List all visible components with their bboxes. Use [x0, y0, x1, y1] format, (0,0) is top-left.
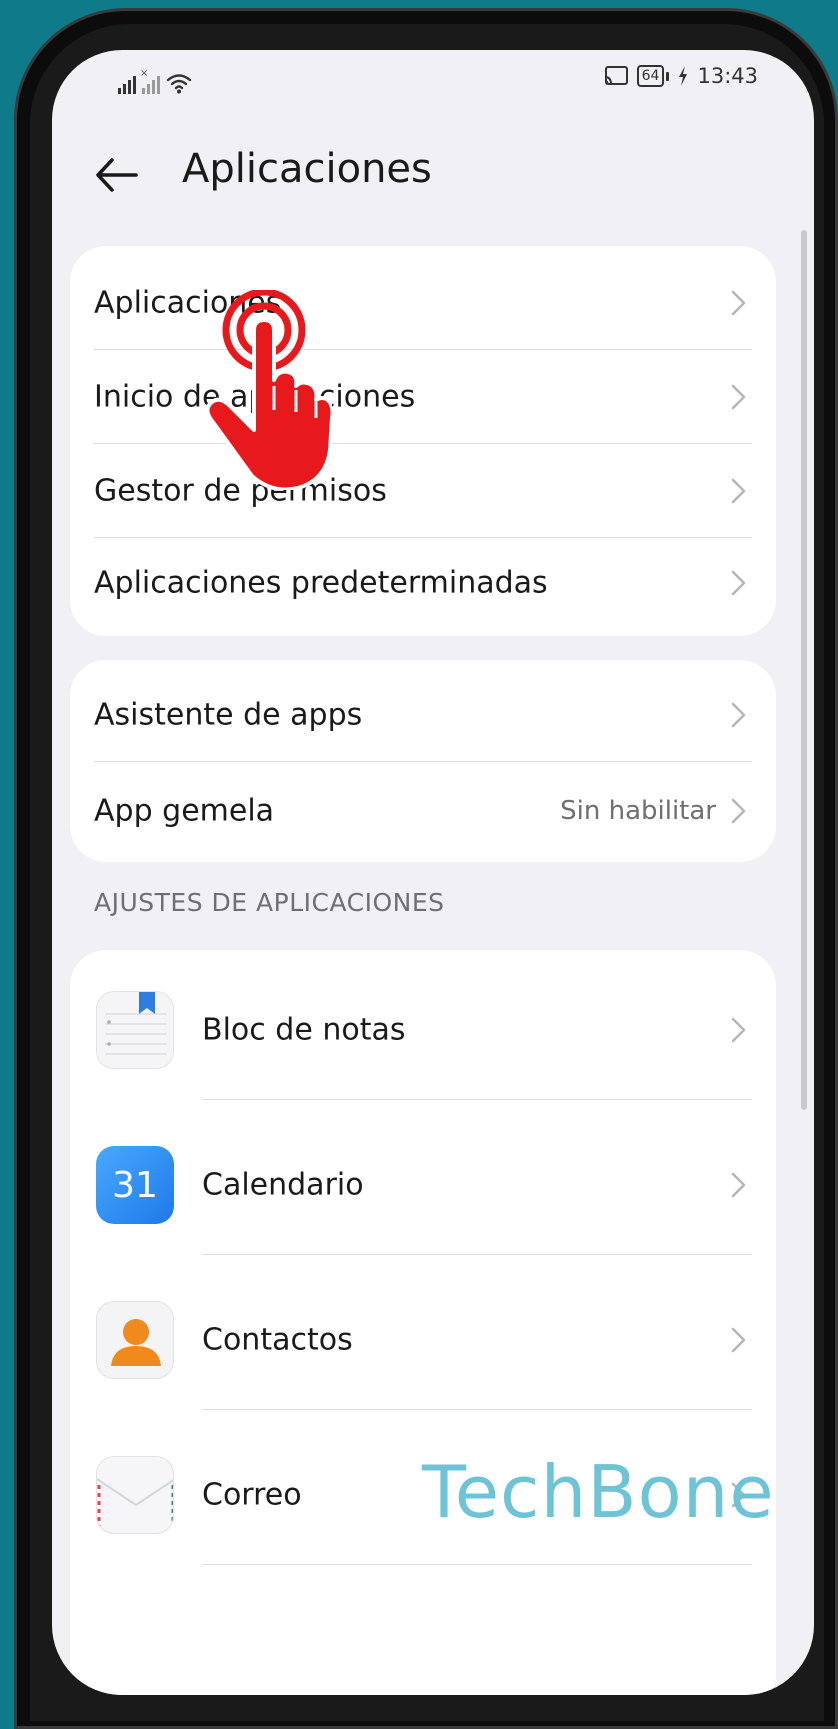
calendar-icon: 31 — [96, 1146, 174, 1224]
battery-level: 64 — [636, 65, 665, 87]
page-title: Aplicaciones — [182, 146, 432, 192]
row-gestor-de-permisos[interactable]: Gestor de permisos — [70, 444, 776, 538]
chevron-right-icon — [731, 702, 746, 728]
back-button[interactable] — [92, 150, 142, 200]
divider — [94, 761, 752, 762]
battery-icon: 64 — [636, 65, 670, 87]
mail-icon — [96, 1456, 174, 1534]
row-app-gemela[interactable]: App gemela Sin habilitar — [70, 764, 776, 858]
status-left: × — [118, 64, 192, 94]
card-app-tools: Asistente de apps App gemela Sin habilit… — [70, 660, 776, 862]
chevron-right-icon — [731, 570, 746, 596]
app-row-calendario[interactable]: 31 Calendario — [70, 1115, 776, 1255]
scrollbar[interactable] — [801, 230, 807, 1110]
status-bar: × 64 13:43 — [52, 50, 814, 120]
app-label: Contactos — [202, 1322, 353, 1358]
watermark: TechBone — [422, 1450, 775, 1534]
notepad-icon — [96, 991, 174, 1069]
chevron-right-icon — [731, 290, 746, 316]
tap-gesture-icon — [202, 288, 335, 492]
chevron-right-icon — [731, 1017, 746, 1043]
signal-no-service-icon: × — [140, 68, 160, 94]
row-value: Sin habilitar — [560, 796, 716, 826]
row-label: Aplicaciones predeterminadas — [94, 565, 548, 601]
divider — [202, 1254, 752, 1255]
divider — [202, 1564, 752, 1565]
contacts-icon — [96, 1301, 174, 1379]
chevron-right-icon — [731, 798, 746, 824]
calendar-day: 31 — [112, 1164, 158, 1206]
row-label: Asistente de apps — [94, 697, 363, 733]
app-row-bloc-de-notas[interactable]: Bloc de notas — [70, 960, 776, 1100]
row-aplicaciones-predeterminadas[interactable]: Aplicaciones predeterminadas — [70, 536, 776, 630]
status-right: 64 13:43 — [603, 64, 758, 88]
card-app-management: Aplicaciones Inicio de aplicaciones Gest… — [70, 246, 776, 636]
header: Aplicaciones — [52, 140, 814, 220]
status-time: 13:43 — [697, 64, 758, 88]
row-inicio-de-aplicaciones[interactable]: Inicio de aplicaciones — [70, 350, 776, 444]
chevron-right-icon — [731, 384, 746, 410]
arrow-left-icon — [96, 158, 138, 192]
chevron-right-icon — [731, 478, 746, 504]
card-app-list: Bloc de notas 31 Calendario Contactos Co… — [70, 950, 776, 1695]
app-label: Bloc de notas — [202, 1012, 406, 1048]
section-header: AJUSTES DE APLICACIONES — [94, 888, 445, 917]
charging-icon — [679, 66, 688, 86]
divider — [202, 1099, 752, 1100]
row-aplicaciones[interactable]: Aplicaciones — [70, 256, 776, 350]
row-label: App gemela — [94, 793, 275, 829]
chevron-right-icon — [731, 1172, 746, 1198]
row-asistente-de-apps[interactable]: Asistente de apps — [70, 668, 776, 762]
cast-icon — [604, 66, 628, 85]
chevron-right-icon — [731, 1327, 746, 1353]
phone-screen: × 64 13:43 Aplicaciones Aplicaciones Ini… — [52, 50, 814, 1695]
wifi-icon — [166, 72, 192, 94]
app-row-contactos[interactable]: Contactos — [70, 1270, 776, 1410]
app-label: Correo — [202, 1477, 302, 1513]
divider — [202, 1409, 752, 1410]
signal-icon — [118, 74, 136, 94]
app-label: Calendario — [202, 1167, 364, 1203]
